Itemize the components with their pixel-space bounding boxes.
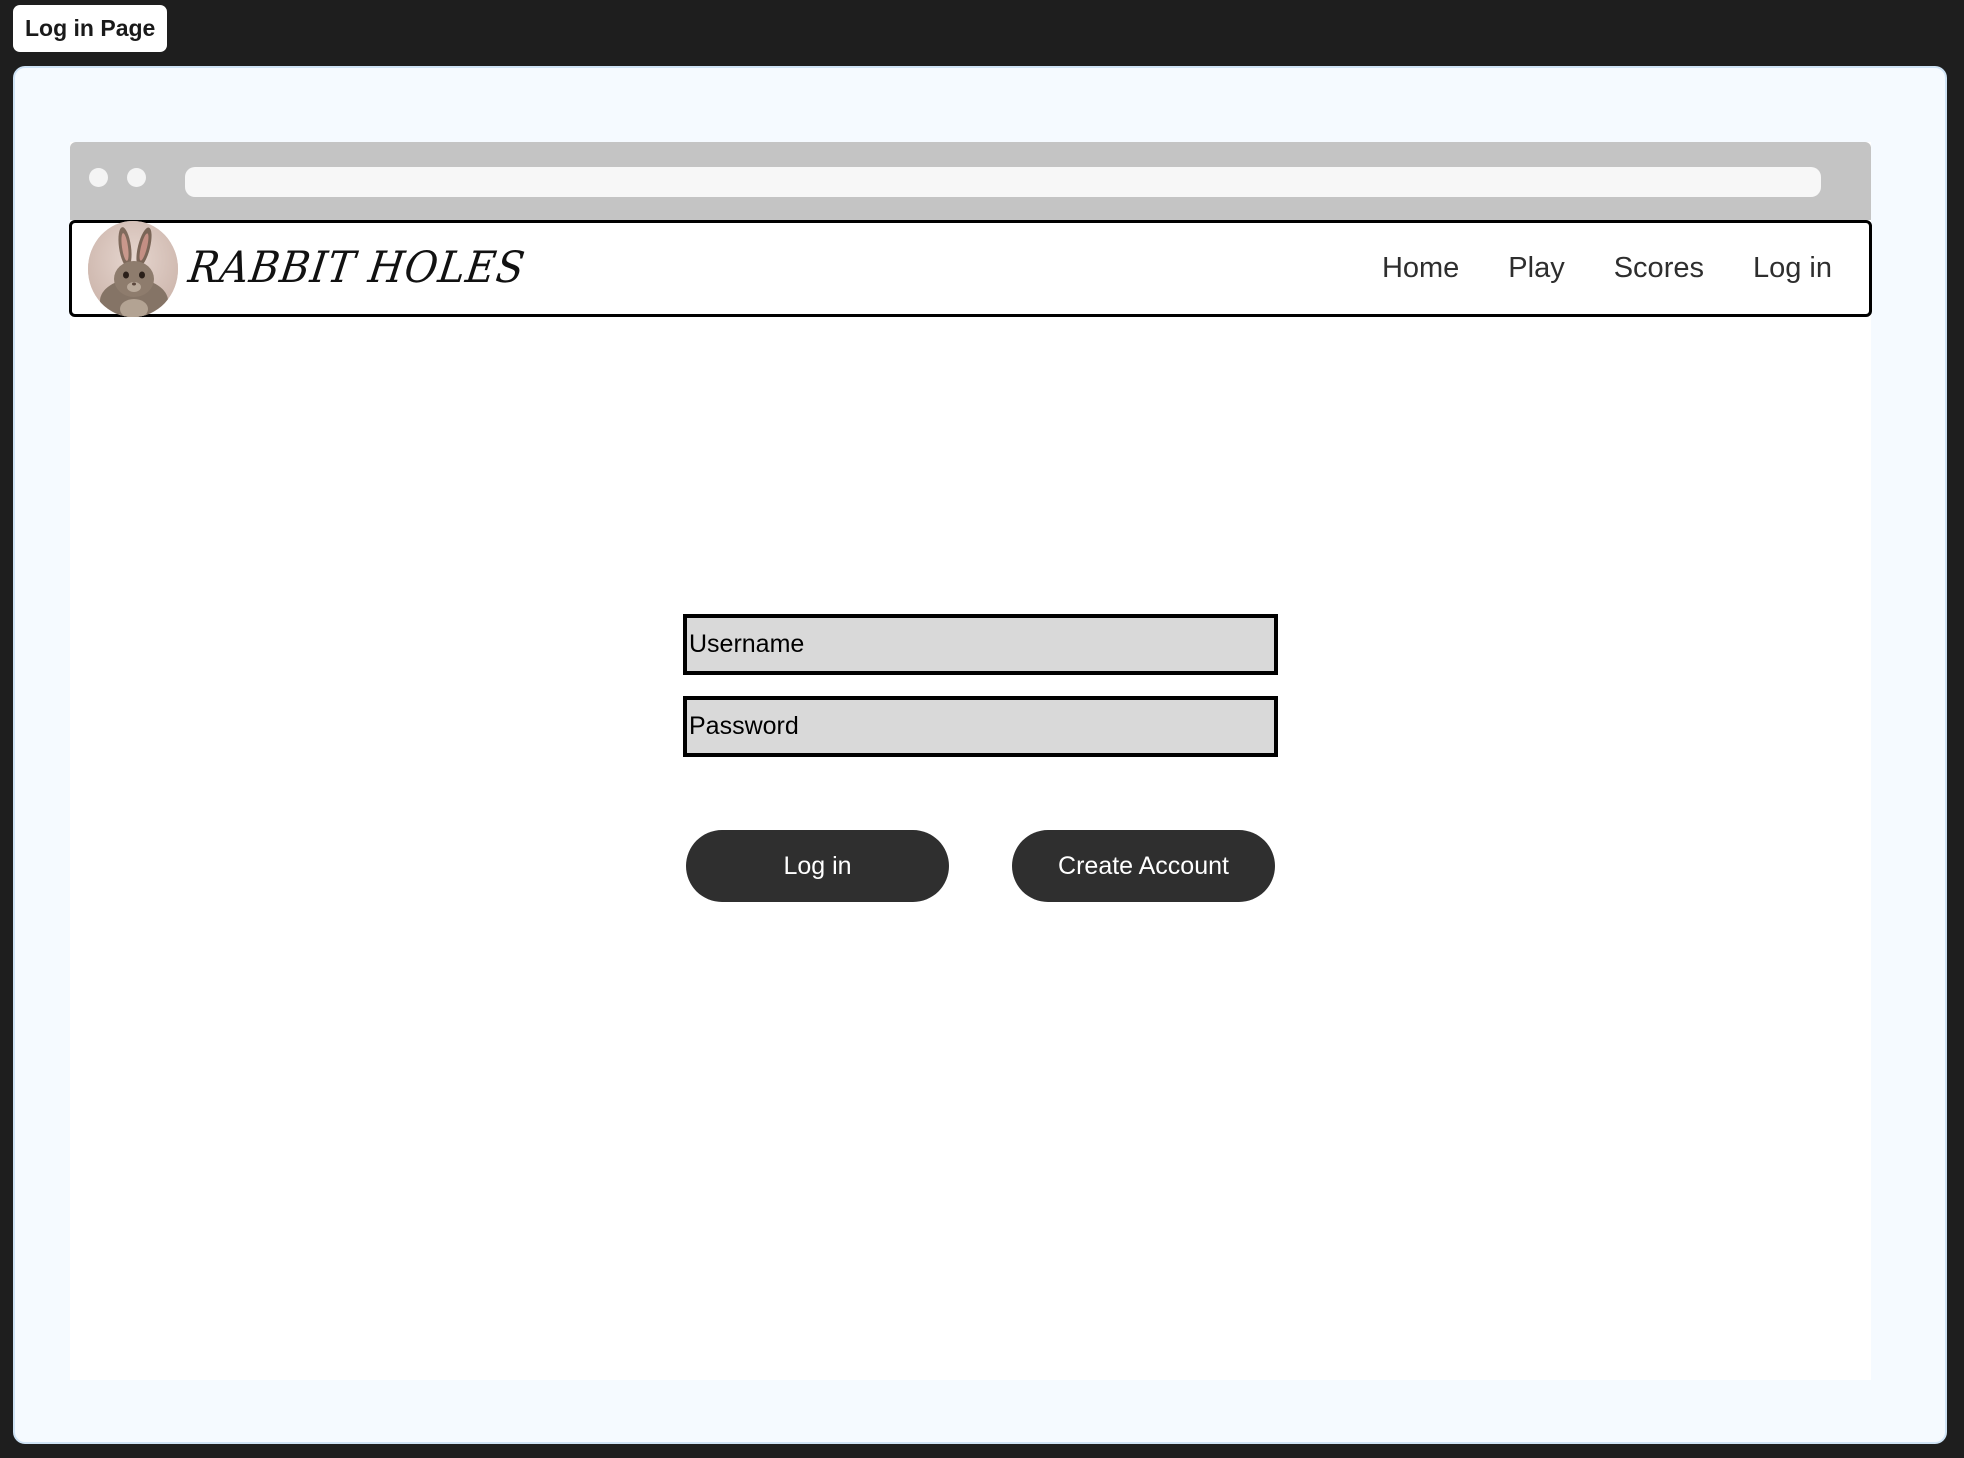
username-input[interactable] [683, 614, 1278, 675]
create-account-button[interactable]: Create Account [1012, 830, 1275, 902]
nav-link-scores[interactable]: Scores [1614, 252, 1704, 285]
nav-links: Home Play Scores Log in [1382, 223, 1832, 314]
site-logo-text[interactable]: RABBIT HOLES [186, 243, 529, 293]
window-control-dot[interactable] [127, 168, 146, 187]
rabbit-logo-image [88, 221, 178, 317]
login-button[interactable]: Log in [686, 830, 949, 902]
site-navbar: RABBIT HOLES Home Play Scores Log in [69, 220, 1872, 317]
password-input[interactable] [683, 696, 1278, 757]
window-control-dot[interactable] [89, 168, 108, 187]
address-bar[interactable] [185, 167, 1821, 197]
nav-link-home[interactable]: Home [1382, 252, 1459, 285]
browser-chrome-bar [70, 142, 1871, 220]
frame-tab-label: Log in Page [25, 15, 156, 41]
nav-link-play[interactable]: Play [1508, 252, 1564, 285]
frame-tab[interactable]: Log in Page [13, 5, 168, 52]
nav-link-login[interactable]: Log in [1753, 252, 1832, 285]
browser-window: RABBIT HOLES Home Play Scores Log in [69, 142, 1872, 1380]
